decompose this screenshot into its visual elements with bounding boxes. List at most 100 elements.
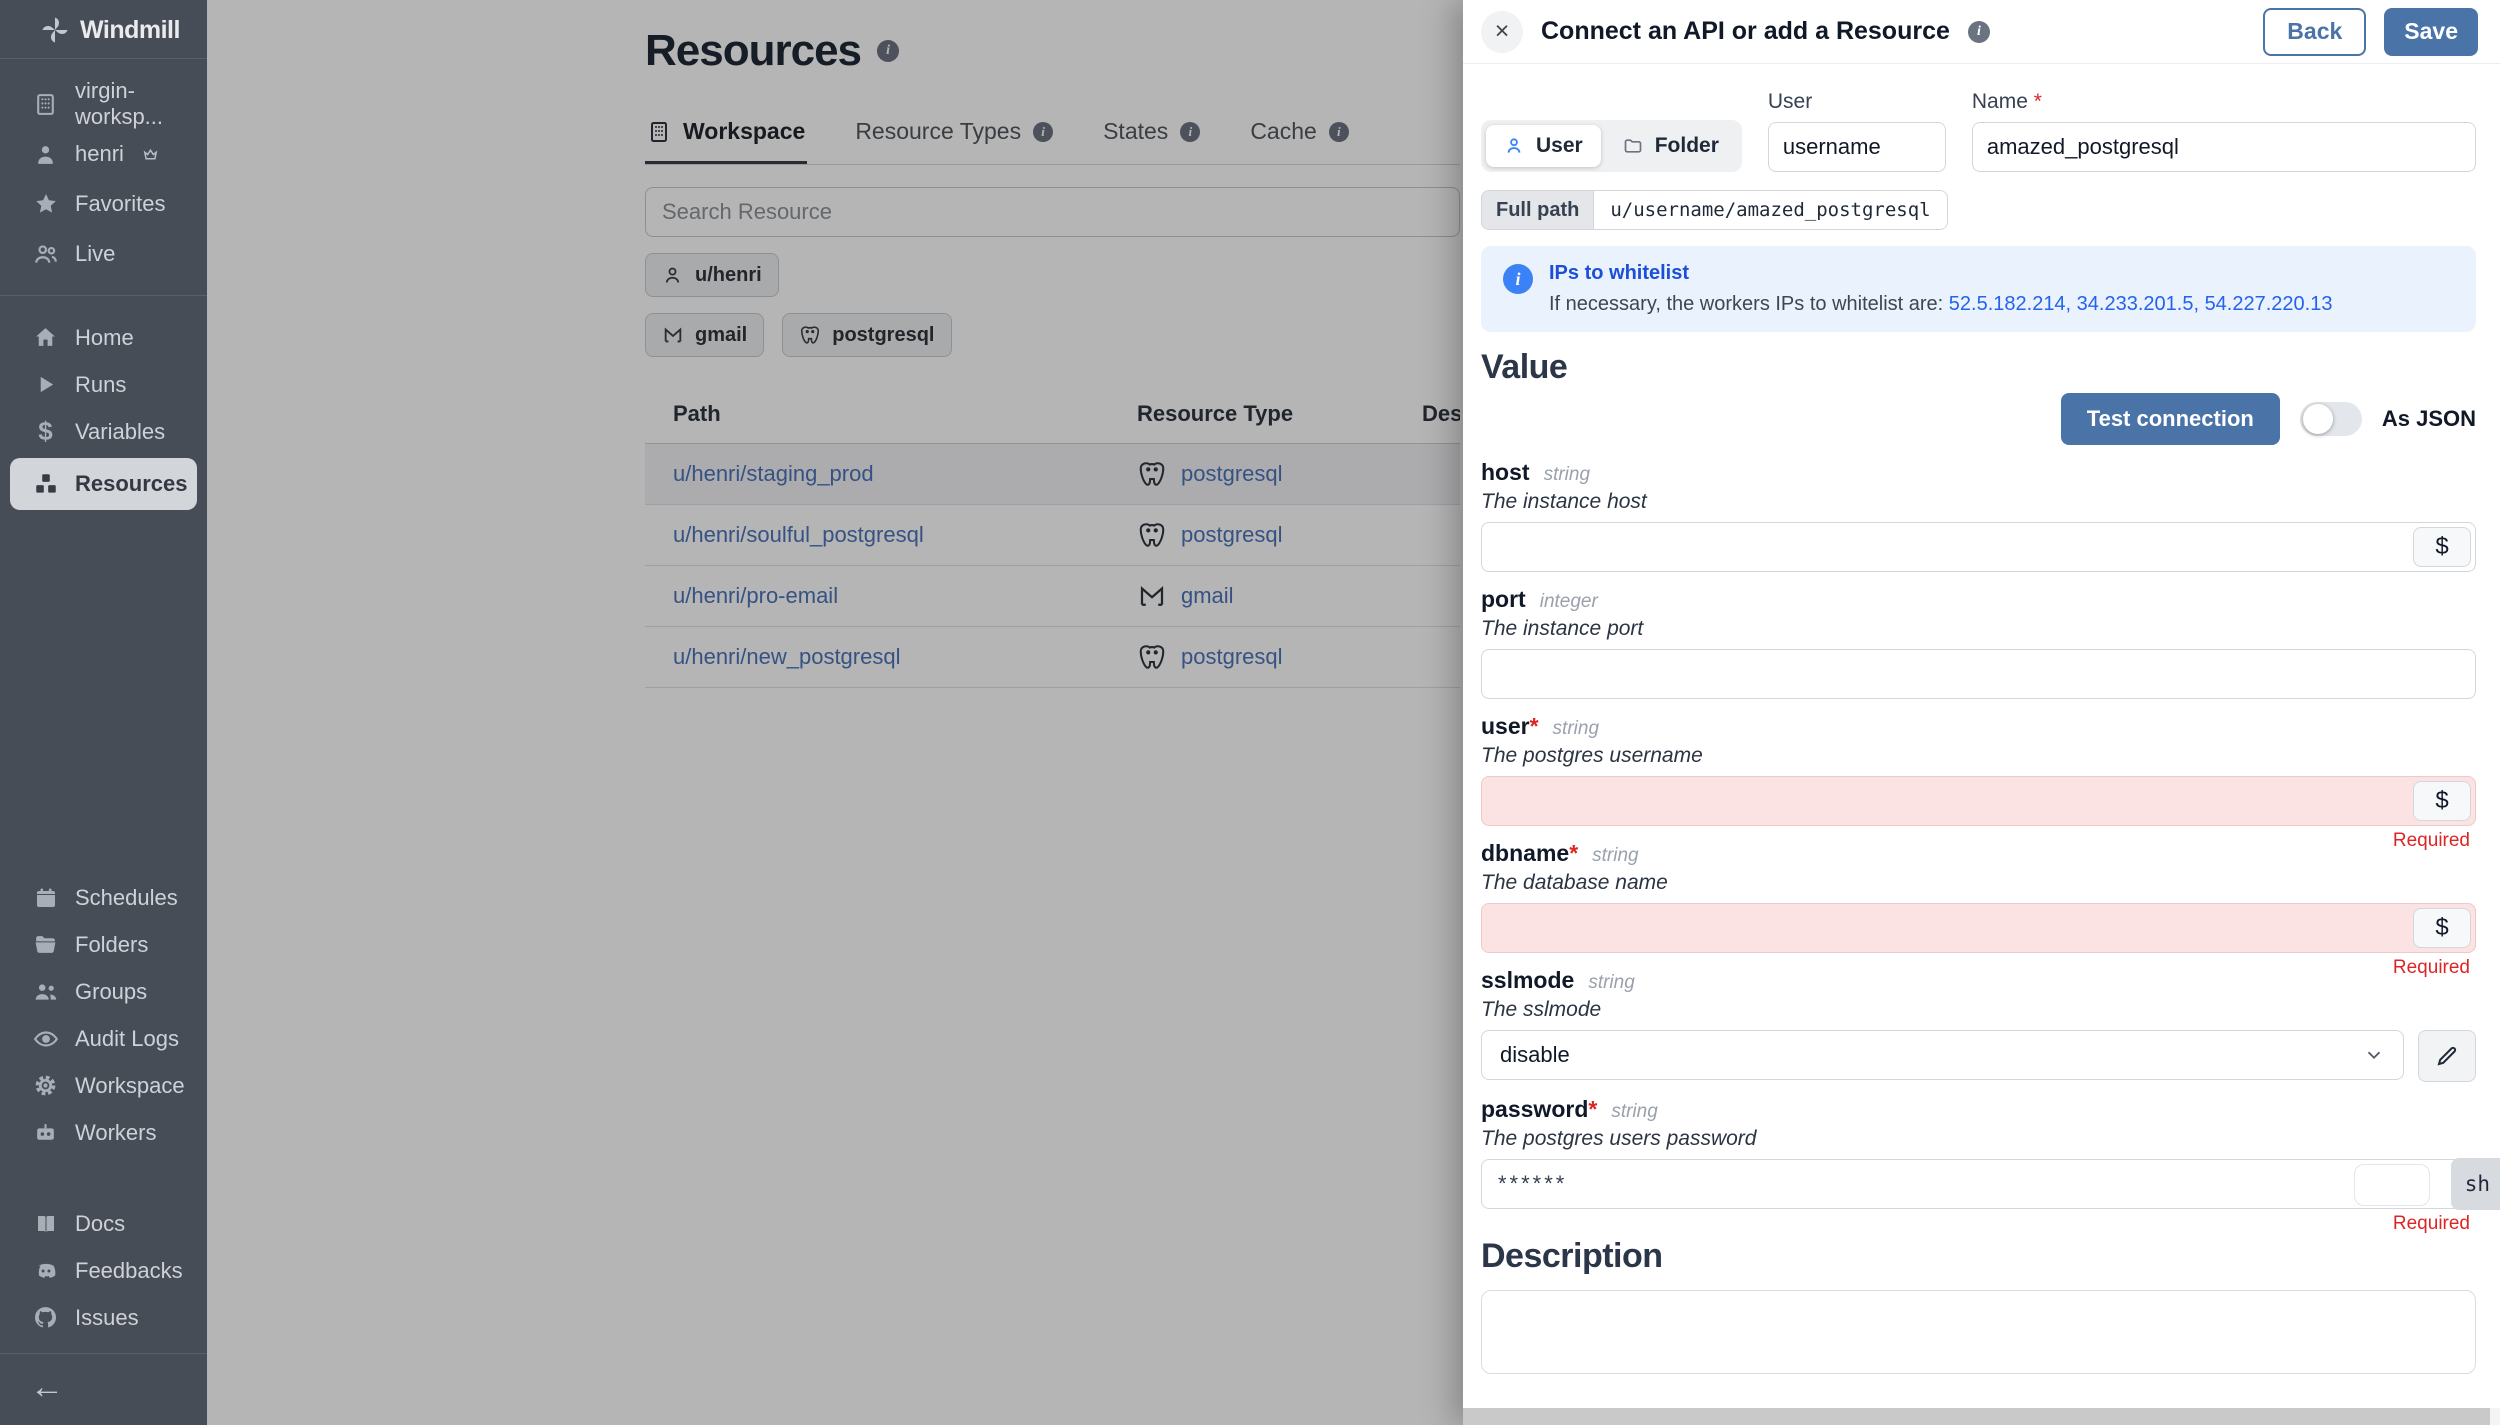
sidebar-item-home[interactable]: Home xyxy=(0,314,207,361)
field-port: port integer The instance port xyxy=(1481,586,2476,699)
field-description: The sslmode xyxy=(1481,998,1602,1021)
sidebar-item-favorites[interactable]: Favorites xyxy=(0,179,207,229)
horizontal-scrollbar-thumb[interactable] xyxy=(1463,1408,2490,1425)
field-name: dbname* xyxy=(1481,840,1579,866)
close-icon[interactable]: × xyxy=(1481,10,1523,53)
field-name: port xyxy=(1481,586,1526,612)
required-error: Required xyxy=(2392,1213,2470,1234)
field-name: host xyxy=(1481,459,1530,485)
field-type: string xyxy=(1592,845,1639,866)
ip-list-link[interactable]: 52.5.182.214, 34.233.201.5, 54.227.220.1… xyxy=(1949,293,2333,315)
sidebar-item-groups[interactable]: Groups xyxy=(0,968,207,1015)
drawer-title: Connect an API or add a Resource xyxy=(1541,17,1950,45)
sslmode-selected-value: disable xyxy=(1500,1042,1570,1067)
sidebar-item-issues[interactable]: Issues xyxy=(0,1294,207,1341)
user-icon xyxy=(32,141,59,168)
value-section-heading: Value xyxy=(1481,348,1568,386)
user-icon xyxy=(1504,135,1526,157)
required-error: Required xyxy=(2392,957,2470,978)
sidebar-item-resources[interactable]: Resources xyxy=(10,458,197,510)
crown-icon xyxy=(142,146,159,163)
app-logo[interactable]: Windmill xyxy=(0,0,207,59)
user-input[interactable] xyxy=(1481,776,2476,826)
field-type: string xyxy=(1543,464,1591,485)
sidebar-item-workspace-switcher[interactable]: virgin-worksp... xyxy=(0,78,207,129)
windmill-logo-icon xyxy=(40,15,70,45)
sidebar-item-workspace-settings[interactable]: Workspace xyxy=(0,1062,207,1109)
test-connection-button[interactable]: Test connection xyxy=(2060,393,2280,445)
field-description: The postgres username xyxy=(1481,744,1703,767)
field-user: user* string The postgres username $ Req… xyxy=(1481,713,2476,851)
sidebar-footer: ← xyxy=(0,1353,207,1425)
variable-picker-button[interactable]: $ xyxy=(2413,527,2471,567)
info-icon: i xyxy=(1503,264,1533,294)
sslmode-select[interactable]: disable xyxy=(1481,1030,2404,1080)
name-input[interactable] xyxy=(1971,122,2476,172)
sidebar-item-audit-logs[interactable]: Audit Logs xyxy=(0,1015,207,1062)
full-path-label: Full path xyxy=(1481,190,1594,230)
field-sslmode: sslmode string The sslmode disable xyxy=(1481,967,2476,1082)
variable-picker-button[interactable]: $ xyxy=(2413,781,2471,821)
ip-whitelist-infobox: i IPs to whitelist If necessary, the wor… xyxy=(1481,246,2476,332)
home-label: Home xyxy=(75,324,134,350)
resources-label: Resources xyxy=(75,471,188,496)
sidebar-item-live[interactable]: Live xyxy=(0,229,207,279)
workspace-settings-label: Workspace xyxy=(75,1072,185,1098)
app-logo-label: Windmill xyxy=(80,15,180,44)
sidebar-item-schedules[interactable]: Schedules xyxy=(0,874,207,921)
password-input[interactable]: ****** xyxy=(1481,1159,2476,1209)
required-error: Required xyxy=(2392,830,2470,851)
runs-label: Runs xyxy=(75,371,127,397)
field-name: sslmode xyxy=(1481,967,1575,993)
favorites-label: Favorites xyxy=(75,191,166,216)
sidebar-item-user[interactable]: henri xyxy=(0,129,207,179)
description-textarea[interactable] xyxy=(1481,1290,2476,1374)
sidebar-item-workers[interactable]: Workers xyxy=(0,1109,207,1156)
drawer-header: × Connect an API or add a Resource i Bac… xyxy=(1463,0,2500,64)
eye-icon xyxy=(32,1025,59,1052)
building-icon xyxy=(32,91,59,118)
horizontal-scrollbar-track[interactable] xyxy=(1463,1408,2500,1425)
dbname-input[interactable] xyxy=(1481,903,2476,953)
home-icon xyxy=(32,324,59,351)
variable-picker-button[interactable]: $ xyxy=(2413,908,2471,948)
field-type: integer xyxy=(1539,591,1598,612)
drawer-body: User Folder User Name * xyxy=(1463,64,2500,1425)
owner-kind-user[interactable]: User xyxy=(1486,125,1601,167)
sidebar-item-runs[interactable]: Runs xyxy=(0,361,207,408)
groups-label: Groups xyxy=(75,978,148,1004)
sidebar-item-docs[interactable]: Docs xyxy=(0,1200,207,1247)
sidebar-admin-nav: Schedules Folders Groups Audit Logs Work… xyxy=(0,874,207,1156)
schedules-label: Schedules xyxy=(75,884,178,910)
live-label: Live xyxy=(75,241,116,266)
play-icon xyxy=(32,371,59,398)
password-reveal-box[interactable] xyxy=(2354,1164,2430,1206)
back-button[interactable]: Back xyxy=(2263,7,2367,56)
issues-label: Issues xyxy=(75,1304,139,1330)
sidebar-item-folders[interactable]: Folders xyxy=(0,921,207,968)
chevron-down-icon xyxy=(2363,1044,2385,1066)
folders-label: Folders xyxy=(75,931,149,957)
field-type: string xyxy=(1611,1101,1658,1122)
dollar-icon: $ xyxy=(38,416,53,446)
cubes-icon xyxy=(32,471,59,498)
sidebar-item-feedbacks[interactable]: Feedbacks xyxy=(0,1247,207,1294)
workers-label: Workers xyxy=(75,1119,157,1145)
save-button[interactable]: Save xyxy=(2384,7,2478,56)
name-field: Name * xyxy=(1971,90,2476,172)
modal-overlay[interactable] xyxy=(207,0,1463,1425)
collapse-sidebar-icon[interactable]: ← xyxy=(30,1368,64,1406)
port-input[interactable] xyxy=(1481,649,2476,699)
host-input[interactable] xyxy=(1481,522,2476,572)
edit-pencil-button[interactable] xyxy=(2418,1030,2476,1082)
sidebar-item-variables[interactable]: $ Variables xyxy=(0,408,207,455)
show-password-button[interactable]: sh xyxy=(2450,1158,2500,1210)
calendar-icon xyxy=(32,884,59,911)
owner-kind-folder[interactable]: Folder xyxy=(1605,125,1737,167)
sidebar: Windmill virgin-worksp... henri Favorite… xyxy=(0,0,207,1425)
field-description: The instance port xyxy=(1481,617,1644,640)
owner-kind-user-label: User xyxy=(1536,134,1583,157)
as-json-toggle[interactable] xyxy=(2299,402,2362,436)
owner-kind-folder-label: Folder xyxy=(1654,134,1719,157)
owner-input[interactable] xyxy=(1767,122,1946,172)
